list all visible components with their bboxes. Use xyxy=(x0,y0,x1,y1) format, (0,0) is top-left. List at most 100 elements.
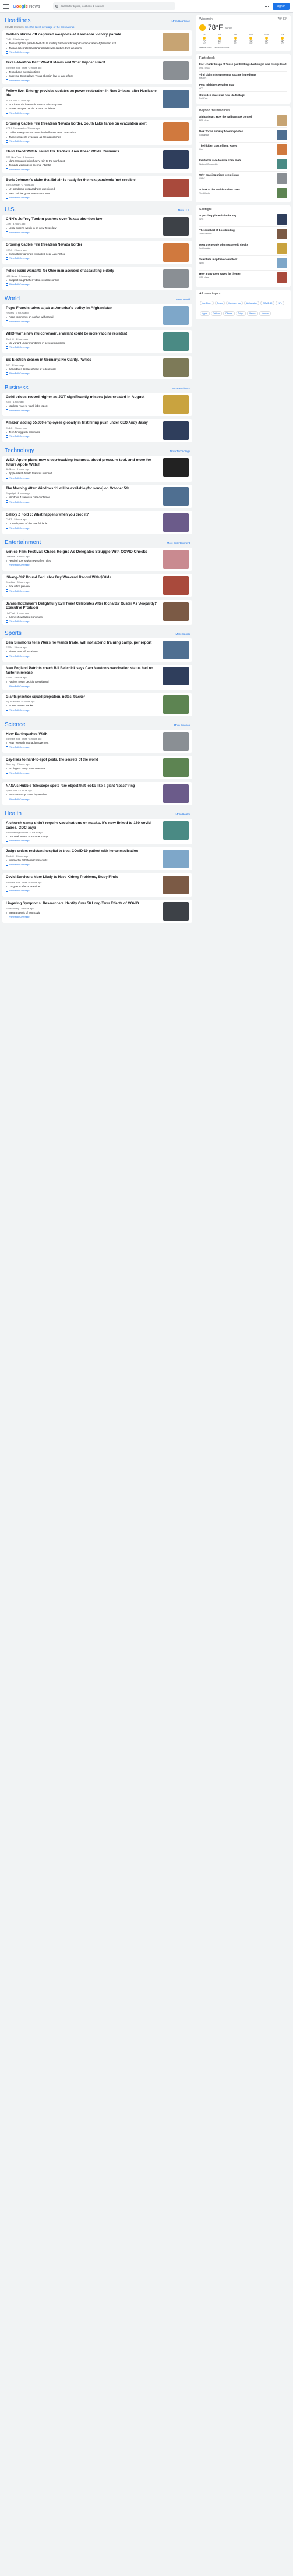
side-item-headline[interactable]: Meet the people who restore old clocks xyxy=(199,243,274,247)
story-headline[interactable]: Amazon adding 55,000 employees globally … xyxy=(6,421,160,426)
full-coverage-link[interactable]: View Full Coverage xyxy=(6,346,160,349)
section-heading[interactable]: Business xyxy=(5,385,29,391)
side-item-headline[interactable]: Fact check: Image of Texas gov holding a… xyxy=(199,63,287,66)
full-coverage-link[interactable]: View Full Coverage xyxy=(6,709,160,712)
side-item-thumbnail[interactable] xyxy=(277,229,287,239)
side-item[interactable]: Why housing prices keep rising CNBC xyxy=(199,171,287,186)
more-link-us[interactable]: More U.S. xyxy=(178,209,190,212)
story-headline[interactable]: Flash Flood Watch Issued For Tri-State A… xyxy=(6,150,160,155)
section-heading[interactable]: Entertainment xyxy=(5,539,41,546)
full-coverage-link[interactable]: View Full Coverage xyxy=(6,409,160,412)
topic-chip[interactable]: NFL xyxy=(276,301,285,305)
topic-chip[interactable]: Climate xyxy=(223,311,235,316)
story-thumbnail[interactable] xyxy=(163,89,189,108)
full-coverage-link[interactable]: View Full Coverage xyxy=(6,655,160,658)
story-thumbnail[interactable] xyxy=(163,902,189,921)
topic-chip[interactable]: Texas xyxy=(214,301,225,305)
story-headline[interactable]: Gold prices record higher as JOT signifi… xyxy=(6,395,160,400)
side-item-thumbnail[interactable] xyxy=(277,258,287,268)
story-thumbnail[interactable] xyxy=(163,602,189,621)
side-item-headline[interactable]: A look at the world's tallest trees xyxy=(199,188,274,191)
story-thumbnail[interactable] xyxy=(163,421,189,440)
sub-story-headline[interactable]: Roster moves tracked xyxy=(9,704,34,708)
full-coverage-link[interactable]: View Full Coverage xyxy=(6,798,160,801)
side-item-headline[interactable]: The hidden cost of heat waves xyxy=(199,144,274,148)
full-coverage-link[interactable]: View Full Coverage xyxy=(6,320,160,323)
story-thumbnail[interactable] xyxy=(163,695,189,714)
full-coverage-link[interactable]: View Full Coverage xyxy=(6,51,160,54)
sub-story-headline[interactable]: Ida's remnants bring heavy rain to the N… xyxy=(9,159,65,163)
side-item-thumbnail[interactable] xyxy=(277,115,287,126)
story-headline[interactable]: Venice Film Festival: Chaos Reigns As De… xyxy=(6,550,160,555)
full-coverage-link[interactable]: View Full Coverage xyxy=(6,620,160,623)
story-thumbnail[interactable] xyxy=(163,33,189,51)
side-item[interactable]: Fact check: Image of Texas gov holding a… xyxy=(199,61,287,71)
menu-icon[interactable] xyxy=(3,3,9,9)
story-thumbnail[interactable] xyxy=(163,549,189,569)
topic-chip[interactable]: Venice xyxy=(247,311,258,316)
story-headline[interactable]: WHO warns new mu coronavirus variant cou… xyxy=(6,332,160,337)
full-coverage-link[interactable]: View Full Coverage xyxy=(6,563,160,566)
sub-story-headline[interactable]: Box office preview xyxy=(9,585,30,588)
full-coverage-link[interactable]: View Full Coverage xyxy=(6,79,160,82)
full-coverage-link[interactable]: View Full Coverage xyxy=(6,372,160,375)
full-coverage-link[interactable]: View Full Coverage xyxy=(6,863,160,866)
sub-story-headline[interactable]: Evacuation warnings expanded near Lake T… xyxy=(9,253,65,256)
sub-story-headline[interactable]: Legal experts weigh in on new Texas law xyxy=(9,226,56,230)
sub-story-headline[interactable]: Ecologists study plant defenses xyxy=(9,767,45,770)
full-coverage-link[interactable]: View Full Coverage xyxy=(6,168,160,171)
story-headline[interactable]: WSJ: Apple plans new sleep-tracking feat… xyxy=(6,458,160,467)
more-link-technology[interactable]: More Technology xyxy=(170,450,190,453)
side-item[interactable]: Meet the people who restore old clocks Sm… xyxy=(199,241,287,255)
sub-story-headline[interactable]: Outbreak traced to summer camp xyxy=(9,835,48,838)
full-coverage-link[interactable]: View Full Coverage xyxy=(6,435,160,438)
more-link-science[interactable]: More Science xyxy=(174,724,190,727)
sub-story-headline[interactable]: Tornado warnings in the mid-Atlantic xyxy=(9,164,51,167)
full-coverage-link[interactable]: View Full Coverage xyxy=(6,915,160,918)
sub-story-headline[interactable]: Windows 11 release date confirmed xyxy=(9,496,50,499)
story-headline[interactable]: Ben Simmons tells 76ers he wants trade, … xyxy=(6,641,160,645)
side-item[interactable]: Post mislabels weather map AFP xyxy=(199,81,287,91)
story-headline[interactable]: Texas Abortion Ban: What It Means and Wh… xyxy=(6,61,160,66)
story-thumbnail[interactable] xyxy=(163,667,189,685)
sub-story-headline[interactable]: Taliban fighters parade fleet of US mili… xyxy=(9,42,116,45)
side-item[interactable]: A look at the world's tallest trees The A… xyxy=(199,186,287,200)
sub-story-headline[interactable]: Suspect sought after video circulates on… xyxy=(9,279,59,282)
story-thumbnail[interactable] xyxy=(163,458,189,477)
sub-story-headline[interactable]: Sixers standoff escalates xyxy=(9,650,38,653)
story-thumbnail[interactable] xyxy=(163,641,189,659)
side-item-headline[interactable]: Viral claim misrepresents vaccine ingred… xyxy=(199,73,287,77)
section-heading[interactable]: U.S. xyxy=(5,207,16,213)
sub-story-headline[interactable]: Tahoe residents evacuate as fire approac… xyxy=(9,136,61,139)
story-thumbnail[interactable] xyxy=(163,820,189,840)
sign-in-button[interactable]: Sign in xyxy=(272,3,290,10)
story-thumbnail[interactable] xyxy=(163,122,189,141)
story-headline[interactable]: New England Patriots coach Bill Belichic… xyxy=(6,667,160,676)
side-item[interactable]: Viral claim misrepresents vaccine ingred… xyxy=(199,70,287,81)
story-headline[interactable]: James Holzhauer's Delightfully Evil Twee… xyxy=(6,602,160,611)
sub-story-headline[interactable]: Apple Watch health features rumored xyxy=(9,472,52,475)
full-coverage-link[interactable]: View Full Coverage xyxy=(6,283,160,286)
full-coverage-link[interactable]: View Full Coverage xyxy=(6,745,160,748)
side-item[interactable]: The quiet art of bookbinding The Guardian xyxy=(199,226,287,241)
story-headline[interactable]: Growing Cabbie Fire threatens Nevada bor… xyxy=(6,122,160,127)
more-link-entertainment[interactable]: More Entertainment xyxy=(167,542,190,545)
side-item-thumbnail[interactable] xyxy=(277,159,287,169)
story-thumbnail[interactable] xyxy=(163,758,189,777)
story-thumbnail[interactable] xyxy=(163,395,189,414)
story-thumbnail[interactable] xyxy=(163,269,189,288)
sub-story-headline[interactable]: MPs criticise government response xyxy=(9,192,50,196)
story-headline[interactable]: Growing Cabbie Fire threatens Nevada bor… xyxy=(6,243,160,248)
story-thumbnail[interactable] xyxy=(163,61,189,80)
story-headline[interactable]: Day-lilies to hard-to-spot pests, the se… xyxy=(6,758,160,763)
sub-story-headline[interactable]: Long-term effects examined xyxy=(9,885,41,889)
side-item-headline[interactable]: Afghanistan: How the Taliban took contro… xyxy=(199,115,274,119)
section-heading[interactable]: Technology xyxy=(5,447,34,454)
side-item[interactable]: Old video shared as new Ida footage Polit… xyxy=(199,91,287,102)
story-thumbnail[interactable] xyxy=(163,217,189,236)
side-item-headline[interactable]: New York's subway flood in photos xyxy=(199,130,274,133)
topic-chip[interactable]: Amazon xyxy=(259,311,271,316)
side-item-headline[interactable]: Inside the race to save coral reefs xyxy=(199,159,274,162)
side-item[interactable]: The hidden cost of heat waves Vox xyxy=(199,142,287,157)
full-coverage-link[interactable]: View Full Coverage xyxy=(6,839,160,842)
